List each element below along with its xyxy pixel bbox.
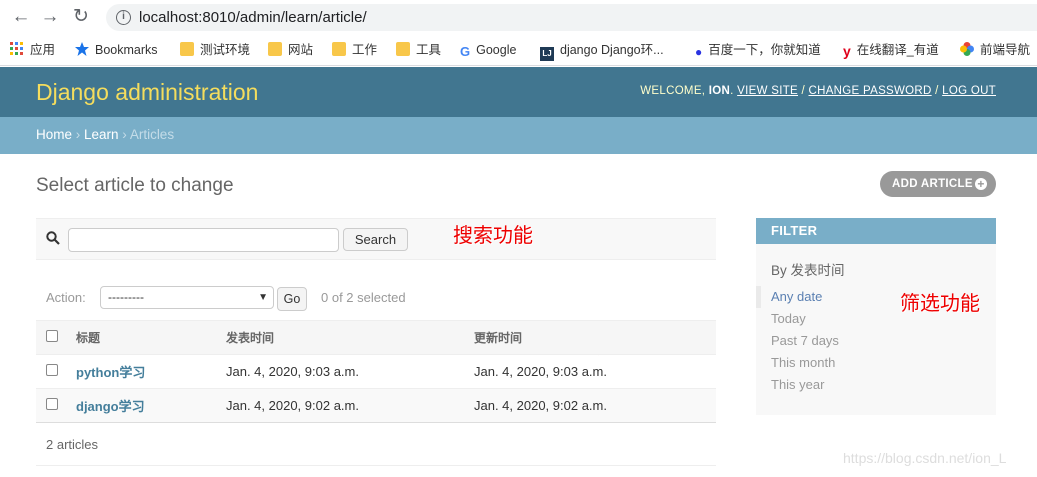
page-title: Select article to change [36, 175, 234, 196]
filter-option-past-7-days[interactable]: Past 7 days [756, 330, 996, 352]
filter-heading: FILTER [756, 218, 996, 244]
change-password-link[interactable]: CHANGE PASSWORD [809, 85, 932, 97]
search-input[interactable] [68, 228, 339, 252]
bookmark-folder-test[interactable]: 测试环境 [180, 42, 250, 58]
column-header-published[interactable]: 发表时间 [226, 320, 474, 355]
folder-icon [396, 42, 410, 56]
annotation-filter: 筛选功能 [900, 291, 980, 315]
bookmark-folder-tools[interactable]: 工具 [396, 42, 441, 58]
bookmark-django[interactable]: LJ django Django环... [540, 42, 664, 61]
watermark: https://blog.csdn.net/ion_L [843, 450, 1007, 466]
search-icon [46, 231, 60, 245]
reload-icon[interactable]: ↻ [70, 6, 92, 28]
action-select[interactable]: --------- ▼ [100, 286, 274, 309]
address-bar[interactable]: i localhost:8010/admin/learn/article/ [106, 4, 1037, 31]
chevron-down-icon: ▼ [258, 292, 268, 303]
published-cell: Jan. 4, 2020, 9:03 a.m. [226, 354, 474, 389]
actions-bar: Action: --------- ▼ Go 0 of 2 selected [36, 283, 716, 313]
folder-icon [332, 42, 346, 56]
info-icon[interactable]: i [116, 10, 131, 25]
bookmark-folder-sites[interactable]: 网站 [268, 42, 313, 58]
breadcrumb-current: Articles [129, 127, 175, 142]
bookmark-frontend-nav[interactable]: 前端导航 [960, 42, 1030, 58]
column-header-updated[interactable]: 更新时间 [474, 320, 716, 355]
star-icon [75, 42, 89, 56]
search-toolbar: Search [36, 218, 716, 260]
url-text: localhost:8010/admin/learn/article/ [139, 9, 367, 26]
pinwheel-icon [960, 42, 974, 56]
breadcrumb-learn[interactable]: Learn [84, 127, 119, 142]
table-row: django学习 Jan. 4, 2020, 9:02 a.m. Jan. 4,… [36, 388, 716, 423]
column-header-title[interactable]: 标题 [76, 320, 226, 355]
action-label: Action: [46, 290, 86, 305]
youdao-icon: y [843, 43, 851, 59]
filter-panel: FILTER By 发表时间 Any date Today Past 7 day… [756, 218, 996, 415]
annotation-search: 搜索功能 [453, 223, 533, 247]
log-out-link[interactable]: LOG OUT [942, 85, 996, 97]
table-row: python学习 Jan. 4, 2020, 9:03 a.m. Jan. 4,… [36, 354, 716, 389]
forward-arrow-icon[interactable]: → [39, 6, 61, 28]
plus-icon: + [975, 178, 987, 190]
bookmark-apps[interactable]: 应用 [10, 42, 55, 58]
published-cell: Jan. 4, 2020, 9:02 a.m. [226, 388, 474, 423]
table-header-row: 标题 发表时间 更新时间 [36, 320, 716, 355]
breadcrumb-home[interactable]: Home [36, 127, 72, 142]
username: ION [708, 85, 731, 97]
breadcrumb: Home › Learn › Articles [0, 117, 1037, 154]
folder-icon [180, 42, 194, 56]
bookmark-baidu[interactable]: ● 百度一下，你就知道 [695, 42, 821, 59]
add-article-button[interactable]: ADD ARTICLE + [880, 171, 996, 197]
select-all-checkbox[interactable] [46, 330, 58, 342]
bookmark-folder-work[interactable]: 工作 [332, 42, 377, 58]
row-checkbox[interactable] [46, 398, 58, 410]
admin-header: Django administration WELCOME, ION. VIEW… [0, 67, 1037, 117]
article-link[interactable]: django学习 [76, 399, 145, 414]
bookmark-bookmarks[interactable]: Bookmarks [75, 42, 158, 58]
filter-option-this-month[interactable]: This month [756, 352, 996, 374]
row-checkbox[interactable] [46, 364, 58, 376]
selection-count: 0 of 2 selected [321, 290, 406, 305]
baidu-paw-icon: ● [695, 45, 703, 59]
bookmarks-bar: 应用 Bookmarks 测试环境 网站 工作 工具 G Google LJ dja… [0, 34, 1037, 66]
bookmark-youdao[interactable]: y 在线翻译_有道 [843, 42, 939, 59]
site-branding[interactable]: Django administration [36, 79, 258, 106]
bookmark-google[interactable]: G Google [460, 42, 516, 59]
updated-cell: Jan. 4, 2020, 9:02 a.m. [474, 388, 716, 423]
folder-icon [268, 42, 282, 56]
google-icon: G [460, 44, 471, 59]
updated-cell: Jan. 4, 2020, 9:03 a.m. [474, 354, 716, 389]
go-button[interactable]: Go [277, 287, 307, 311]
lj-icon: LJ [540, 47, 554, 61]
back-arrow-icon[interactable]: ← [10, 6, 32, 28]
search-button[interactable]: Search [343, 228, 408, 251]
view-site-link[interactable]: VIEW SITE [737, 85, 798, 97]
results-table: 标题 发表时间 更新时间 python学习 Jan. 4, 2020, 9:03… [36, 320, 716, 423]
filter-option-this-year[interactable]: This year [756, 374, 996, 396]
user-tools: WELCOME, ION. VIEW SITE / CHANGE PASSWOR… [640, 85, 996, 97]
paginator: 2 articles [36, 422, 716, 466]
apps-grid-icon [10, 42, 23, 55]
welcome-text: WELCOME, [640, 85, 706, 97]
article-link[interactable]: python学习 [76, 365, 145, 380]
browser-toolbar: ← → ↻ i localhost:8010/admin/learn/artic… [0, 0, 1037, 34]
filter-group-title: By 发表时间 [771, 263, 845, 278]
